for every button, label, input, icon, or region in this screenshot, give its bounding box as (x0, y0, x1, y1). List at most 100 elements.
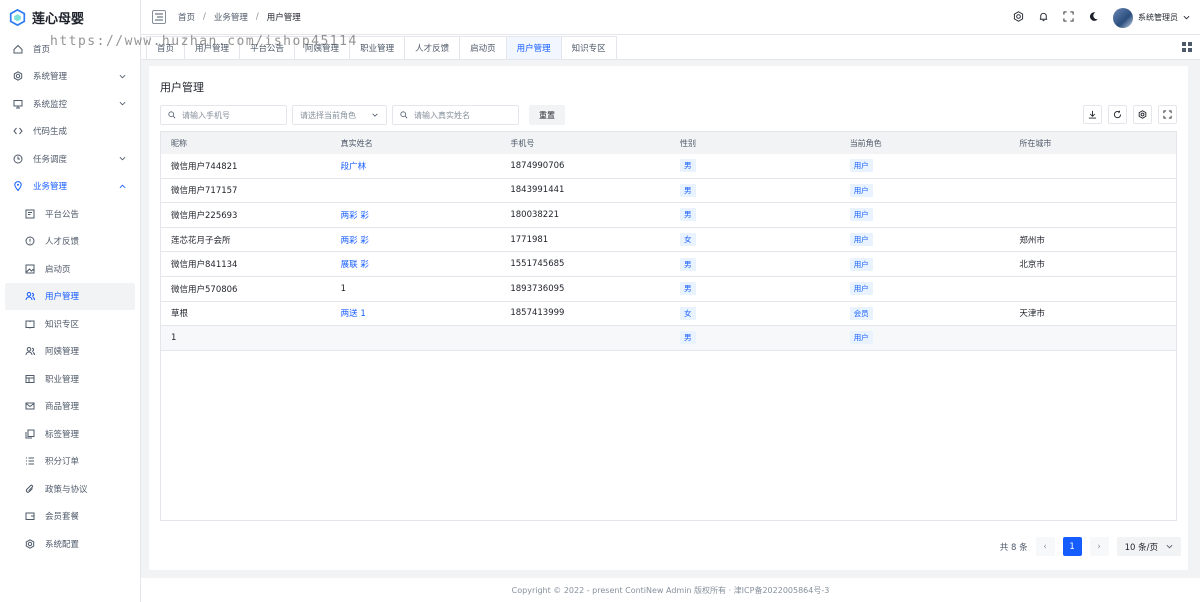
column-header[interactable]: 手机号 (500, 132, 670, 154)
table-row[interactable]: 微信用户744821 段广林 1874990706 男 用户 (161, 154, 1176, 179)
user-menu[interactable]: 系统管理员 (1113, 7, 1190, 28)
bell-icon[interactable] (1038, 11, 1049, 25)
sidebar-item-7[interactable]: 人才反馈 (0, 228, 140, 256)
tab-2[interactable]: 平台公告 (239, 36, 296, 59)
tab-6[interactable]: 启动页 (459, 36, 507, 59)
cell-phone: 1874990706 (500, 154, 670, 178)
sidebar-item-label: 积分订单 (45, 457, 80, 468)
sidebar-item-label: 会员套餐 (45, 512, 80, 523)
sidebar-item-8[interactable]: 启动页 (0, 255, 140, 283)
cell-nickname: 微信用户717157 (161, 179, 331, 203)
table-fullscreen-button[interactable] (1158, 105, 1177, 124)
next-page-button[interactable]: › (1089, 537, 1109, 556)
column-header[interactable]: 当前角色 (840, 132, 1010, 154)
table-row[interactable]: 微信用户841134 展联 彩 1551745685 男 用户 北京市 (161, 252, 1176, 277)
cell-role: 用户 (840, 228, 1010, 252)
fullscreen-icon[interactable] (1063, 10, 1074, 25)
sidebar-item-1[interactable]: 系统管理 (0, 63, 140, 91)
reset-button[interactable]: 重置 (529, 105, 565, 125)
column-header[interactable]: 昵称 (161, 132, 331, 154)
nickname-text: 微信用户717157 (171, 186, 238, 197)
cell-city (1009, 326, 1176, 350)
role-tag: 用户 (849, 331, 873, 345)
page-size-select[interactable]: 10 条/页 (1116, 537, 1181, 556)
tab-5[interactable]: 人才反馈 (404, 36, 461, 59)
notice-icon (24, 208, 35, 219)
sidebar-item-13[interactable]: 商品管理 (0, 393, 140, 421)
phone-search-input[interactable]: 请输入手机号 (160, 105, 287, 125)
cell-city (1009, 179, 1176, 203)
table-row[interactable]: 草根 两送 1 1857413999 女 会员 天津市 (161, 302, 1176, 327)
sidebar-item-17[interactable]: 会员套餐 (0, 503, 140, 531)
prev-page-button[interactable]: ‹ (1035, 537, 1055, 556)
grid-menu-icon[interactable] (1182, 42, 1192, 52)
attachment-icon (24, 483, 35, 494)
table-tools (1083, 105, 1177, 124)
cell-role: 用户 (840, 252, 1010, 276)
cell-gender: 男 (670, 203, 840, 227)
role-placeholder: 请选择当前角色 (300, 110, 356, 120)
breadcrumb-business[interactable]: 业务管理 (214, 11, 248, 23)
role-tag: 用户 (849, 257, 873, 271)
tab-7[interactable]: 用户管理 (505, 36, 562, 59)
cell-phone: 1843991441 (500, 179, 670, 203)
table-row[interactable]: 微信用户225693 两彩 彩 180038221 男 用户 (161, 203, 1176, 228)
fullscreen-icon (1163, 110, 1172, 119)
tab-1[interactable]: 用户管理 (184, 36, 241, 59)
sidebar-item-11[interactable]: 阿姨管理 (0, 338, 140, 366)
phone-text: 1893736095 (510, 283, 565, 294)
column-header[interactable]: 真实姓名 (331, 132, 501, 154)
breadcrumb-home[interactable]: 首页 (178, 11, 195, 23)
mail-icon (24, 401, 35, 412)
realname-search-input[interactable]: 请输入真实姓名 (392, 105, 519, 125)
sidebar-item-15[interactable]: 积分订单 (0, 448, 140, 476)
cell-realname: 两彩 彩 (331, 203, 501, 227)
chevron-down-icon (1166, 544, 1173, 549)
download-button[interactable] (1083, 105, 1102, 124)
image-icon (24, 263, 35, 274)
tab-0[interactable]: 首页 (146, 36, 186, 59)
moon-icon[interactable] (1088, 11, 1099, 25)
realname-text: 1 (340, 283, 347, 294)
avatar (1113, 7, 1133, 28)
sidebar-item-14[interactable]: 标签管理 (0, 420, 140, 448)
page-number-current[interactable]: 1 (1062, 537, 1082, 556)
search-icon (400, 111, 408, 119)
menu-collapse-button[interactable] (152, 10, 166, 24)
sidebar-item-label: 系统管理 (33, 72, 68, 83)
table-row[interactable]: 莲芯花月子会所 两彩 彩 1771981 女 用户 郑州市 (161, 228, 1176, 253)
main-card: 用户管理 请输入手机号 请选择当前角色 请输入真实姓名 重置 昵称 真实姓名 手机号… (149, 66, 1188, 570)
gender-tag: 男 (680, 208, 696, 222)
pagination: 共 8 条 ‹ 1 › 10 条/页 (1000, 537, 1181, 556)
sidebar-item-5[interactable]: 业务管理 (0, 173, 140, 201)
table-row[interactable]: 1 男 用户 (161, 326, 1176, 351)
sidebar: 莲心母婴 首页系统管理系统监控 代码生成 任务调度 业务管理平台公告人才反馈 启动页 用户… (0, 0, 141, 602)
column-settings-button[interactable] (1133, 105, 1152, 124)
table-row[interactable]: 微信用户570806 1 1893736095 男 用户 (161, 277, 1176, 302)
sidebar-item-0[interactable]: 首页 (0, 35, 140, 63)
clock-icon (12, 153, 23, 164)
table-row[interactable]: 微信用户717157 1843991441 男 用户 (161, 179, 1176, 204)
column-header[interactable]: 性别 (670, 132, 840, 154)
role-select[interactable]: 请选择当前角色 (292, 105, 387, 125)
sidebar-item-18[interactable]: 系统配置 (0, 530, 140, 558)
cell-gender: 女 (670, 228, 840, 252)
role-tag: 用户 (849, 208, 873, 222)
settings-icon[interactable] (1013, 10, 1024, 25)
sidebar-item-label: 平台公告 (45, 209, 80, 220)
tab-3[interactable]: 阿姨管理 (294, 36, 351, 59)
column-header[interactable]: 所在城市 (1009, 132, 1176, 154)
sidebar-item-12[interactable]: 职业管理 (0, 365, 140, 393)
nav-icon (24, 373, 35, 384)
refresh-button[interactable] (1108, 105, 1127, 124)
tab-4[interactable]: 职业管理 (349, 36, 406, 59)
sidebar-item-10[interactable]: 知识专区 (0, 310, 140, 338)
sidebar-item-9[interactable]: 用户管理 (5, 282, 135, 310)
tab-8[interactable]: 知识专区 (560, 36, 617, 59)
sidebar-item-6[interactable]: 平台公告 (0, 200, 140, 228)
sidebar-item-16[interactable]: 政策与协议 (0, 475, 140, 503)
sidebar-item-4[interactable]: 任务调度 (0, 145, 140, 173)
sidebar-item-3[interactable]: 代码生成 (0, 118, 140, 146)
app-logo[interactable]: 莲心母婴 (0, 0, 140, 35)
sidebar-item-2[interactable]: 系统监控 (0, 90, 140, 118)
